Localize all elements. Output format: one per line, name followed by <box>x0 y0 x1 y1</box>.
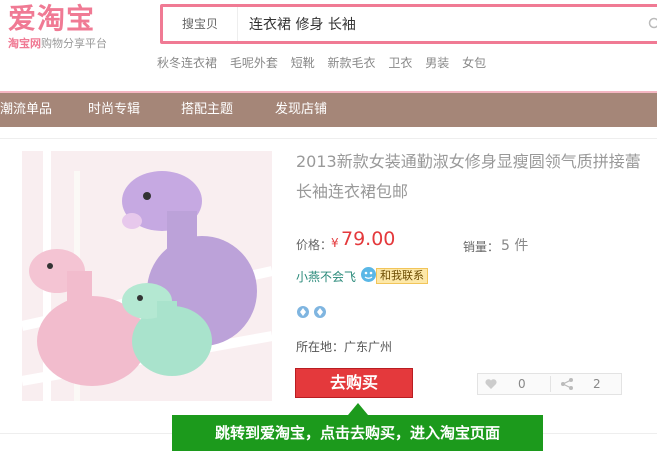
divider <box>550 376 551 392</box>
contact-seller-button[interactable]: 和我联系 <box>376 268 428 284</box>
main-nav: 潮流单品 时尚专辑 搭配主题 发现店铺 <box>0 91 657 127</box>
logo-sub-brand: 淘宝网 <box>8 37 41 50</box>
seller-name-link[interactable]: 小燕不会飞 <box>296 268 356 285</box>
redirect-tip-banner: 跳转到爱淘宝，点击去购买，进入淘宝页面 <box>172 415 543 451</box>
hot-keywords: 秋冬连衣裙 毛呢外套 短靴 新款毛衣 卫衣 男装 女包 <box>157 54 495 71</box>
product-image[interactable] <box>22 151 272 401</box>
location-text: 所在地：广东广州 <box>296 340 393 354</box>
like-share-bar: 0 2 <box>477 373 622 395</box>
logo[interactable]: 爱淘宝 淘宝网购物分享平台 <box>8 2 148 62</box>
wangwang-chat-icon[interactable] <box>360 266 377 283</box>
logo-subtitle: 淘宝网购物分享平台 <box>8 36 148 52</box>
search-type-dropdown[interactable]: 搜宝贝 <box>163 7 238 41</box>
credit-badge-icon <box>314 306 326 318</box>
hot-keyword-link[interactable]: 毛呢外套 <box>230 56 278 70</box>
search-icon[interactable] <box>648 17 657 31</box>
tip-arrow <box>348 403 368 415</box>
credit-badge-icon <box>297 306 309 318</box>
heart-icon[interactable] <box>484 377 498 391</box>
giraffe-toys-image <box>22 151 272 401</box>
share-icon[interactable] <box>560 377 574 391</box>
nav-item-trending[interactable]: 潮流单品 <box>0 93 52 127</box>
search-bar: 搜宝贝 <box>160 4 657 44</box>
hot-keyword-link[interactable]: 卫衣 <box>388 56 412 70</box>
sales-value: 5 件 <box>501 238 529 254</box>
nav-item-themes[interactable]: 搭配主题 <box>181 93 233 127</box>
nav-item-shops[interactable]: 发现店铺 <box>275 93 327 127</box>
product-title[interactable]: 2013新款女装通勤淑女修身显瘦圆领气质拼接蕾 <box>296 147 656 177</box>
product-title-line2[interactable]: 长袖连衣裙包邮 <box>296 177 408 207</box>
hot-keyword-link[interactable]: 短靴 <box>291 56 315 70</box>
price-value: 79.00 <box>341 228 396 250</box>
buy-button[interactable]: 去购买 <box>295 368 413 398</box>
price-currency: ¥ <box>331 236 339 250</box>
logo-title: 爱淘宝 <box>8 2 96 35</box>
hot-keyword-link[interactable]: 女包 <box>462 56 486 70</box>
share-count: 2 <box>593 377 601 391</box>
nav-item-albums[interactable]: 时尚专辑 <box>88 93 140 127</box>
logo-sub-slogan: 购物分享平台 <box>41 37 107 50</box>
search-input[interactable] <box>247 7 631 43</box>
hot-keyword-link[interactable]: 秋冬连衣裙 <box>157 56 217 70</box>
seller-badges <box>296 304 330 323</box>
hot-keyword-link[interactable]: 新款毛衣 <box>328 56 376 70</box>
hot-keyword-link[interactable]: 男装 <box>425 56 449 70</box>
sales-label: 销量： <box>463 240 500 254</box>
like-count: 0 <box>518 377 526 391</box>
price-label: 价格： <box>296 238 333 252</box>
